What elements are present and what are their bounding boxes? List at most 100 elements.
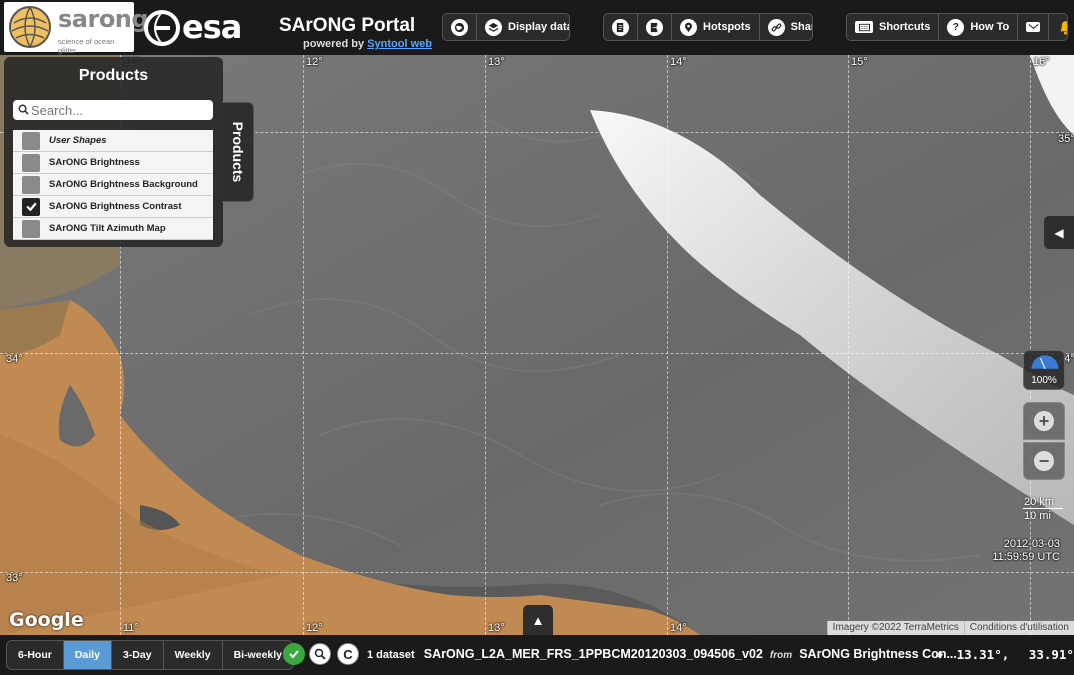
lon-label: 13°: [488, 622, 505, 634]
grid-parallel: [0, 572, 1074, 573]
terms-link[interactable]: Conditions d'utilisation: [963, 621, 1074, 635]
import-button[interactable]: [638, 14, 672, 40]
how-to-button[interactable]: ? How To: [939, 14, 1019, 40]
lat-label: 34°: [6, 353, 23, 365]
right-panel-toggle[interactable]: ◀: [1044, 216, 1074, 249]
tab-weekly[interactable]: Weekly: [164, 641, 223, 669]
grid-parallel: [0, 353, 1074, 354]
product-checkbox-checked[interactable]: [22, 197, 40, 216]
notifications-button[interactable]: [1049, 14, 1067, 40]
sarong-logo[interactable]: sarong science of ocean glitter: [4, 2, 149, 55]
display-data-button[interactable]: Display data: [477, 14, 569, 40]
bell-icon: [1057, 19, 1067, 36]
syntool-web-link[interactable]: Syntool web: [367, 38, 432, 50]
tab-daily[interactable]: Daily: [63, 641, 112, 669]
zoom-gauge[interactable]: 100%: [1023, 350, 1065, 390]
esa-logo[interactable]: esa: [142, 6, 250, 50]
scale-mi: 10 mi: [1024, 510, 1051, 522]
globe-button[interactable]: [443, 14, 477, 40]
c-button[interactable]: C: [337, 643, 359, 665]
caret-left-icon: ◀: [1054, 225, 1064, 240]
lon-label: 15°: [851, 56, 868, 68]
tab-3-day[interactable]: 3-Day: [112, 641, 164, 669]
product-item-user-shapes[interactable]: User Shapes: [13, 130, 213, 152]
export-button[interactable]: [604, 14, 638, 40]
share-button[interactable]: Share: [760, 14, 812, 40]
cursor-lon: 13.31°,: [956, 647, 1010, 662]
dataset-source[interactable]: SArONG Brightness Con...: [799, 647, 957, 661]
magnifier-icon: [314, 648, 326, 660]
sarong-name: sarong: [58, 5, 149, 33]
product-item-tilt-azimuth-map[interactable]: SArONG Tilt Azimuth Map: [13, 218, 213, 240]
mail-icon: [1026, 22, 1041, 32]
map-timestamp: 2012-03-03 11:59:59 UTC: [992, 538, 1060, 564]
hotspots-button[interactable]: Hotspots: [672, 14, 760, 40]
cursor-coordinates: ⌖ 13.31°, 33.91°: [936, 647, 1074, 663]
gauge-icon: [1031, 355, 1059, 369]
lat-label: 33°: [6, 572, 23, 584]
product-item-label: SArONG Brightness Background: [49, 179, 198, 190]
product-checkbox[interactable]: [22, 131, 40, 150]
search-icon: [18, 104, 29, 115]
scale-bar: 20 km 10 mi: [1021, 496, 1066, 522]
grid-meridian: [485, 55, 486, 635]
map-canvas[interactable]: 11° 12° 13° 14° 15° 16° 11° 12° 13° 14° …: [0, 55, 1074, 635]
zoom-search-button[interactable]: [309, 643, 331, 665]
dataset-name[interactable]: SArONG_L2A_MER_FRS_1PPBCM20120303_094506…: [424, 647, 763, 661]
zoom-out-button[interactable]: −: [1023, 442, 1065, 480]
dataset-count: 1 dataset: [367, 649, 415, 661]
document-export-icon: [612, 18, 629, 36]
product-checkbox[interactable]: [22, 153, 40, 172]
product-item-label: User Shapes: [49, 135, 107, 146]
search-box: [13, 100, 213, 120]
c-label: C: [343, 646, 353, 662]
map-date: 2012-03-03: [1003, 538, 1060, 550]
grid-meridian: [848, 55, 849, 635]
portal-subtitle: powered by Syntool web: [303, 38, 432, 50]
product-item-label: SArONG Tilt Azimuth Map: [49, 223, 166, 234]
product-item-brightness-background[interactable]: SArONG Brightness Background: [13, 174, 213, 196]
shortcuts-button[interactable]: Shortcuts: [847, 14, 940, 40]
shortcuts-label: Shortcuts: [879, 21, 931, 33]
globe-icon: [451, 18, 468, 36]
lon-label: 11°: [123, 622, 139, 634]
product-item-brightness[interactable]: SArONG Brightness: [13, 152, 213, 174]
document-import-icon: [646, 18, 663, 36]
mail-button[interactable]: [1018, 14, 1050, 40]
product-list: User Shapes SArONG Brightness SArONG Bri…: [13, 130, 213, 240]
product-item-brightness-contrast[interactable]: SArONG Brightness Contrast: [13, 196, 213, 218]
check-status-button[interactable]: [283, 643, 305, 665]
products-toggle-tab[interactable]: Products: [222, 102, 254, 202]
header: sarong science of ocean glitter esa SArO…: [0, 0, 1074, 55]
lon-label: 12°: [306, 56, 323, 68]
link-icon: [767, 18, 785, 36]
checkmark-icon: [25, 202, 37, 212]
products-title: Products: [78, 67, 149, 84]
products-tab-label: Products: [229, 121, 246, 183]
timeline-toggle-button[interactable]: ▲: [523, 605, 553, 635]
hotspots-label: Hotspots: [703, 21, 751, 33]
lat-label: 35°: [1058, 133, 1074, 145]
esa-mark-icon: [144, 10, 180, 46]
map-attribution: Imagery ©2022 TerraMetrics Conditions d'…: [826, 621, 1074, 635]
layers-icon: [485, 18, 502, 36]
products-panel: Products User Shapes SArONG Brightness S…: [4, 57, 223, 247]
grid-meridian: [303, 55, 304, 635]
zoom-in-button[interactable]: +: [1023, 402, 1065, 440]
powered-by-text: powered by: [303, 38, 365, 50]
scale-bar-line: [1023, 508, 1063, 509]
product-item-label: SArONG Brightness: [49, 157, 140, 168]
crosshair-icon: ⌖: [936, 647, 944, 662]
product-search-input[interactable]: [31, 101, 209, 119]
map-time: 11:59:59 UTC: [992, 551, 1060, 563]
lon-label: 14°: [670, 56, 687, 68]
tab-6-hour[interactable]: 6-Hour: [7, 641, 64, 669]
zoom-gauge-value: 100%: [1031, 375, 1057, 386]
grid-meridian: [667, 55, 668, 635]
question-icon: ?: [947, 18, 965, 36]
bottom-bar: 6-Hour Daily 3-Day Weekly Bi-weekly C 1 …: [0, 635, 1074, 675]
google-logo: Google: [9, 609, 84, 631]
map-pin-icon: [680, 18, 697, 36]
product-checkbox[interactable]: [22, 219, 40, 238]
product-checkbox[interactable]: [22, 175, 40, 194]
